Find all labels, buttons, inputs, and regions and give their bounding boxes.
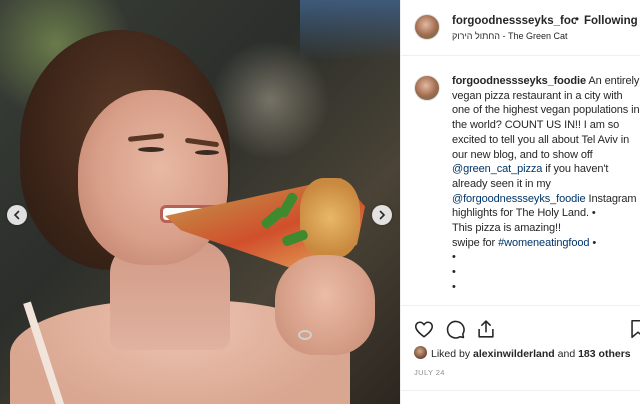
photo-subject-eye xyxy=(195,150,219,155)
bookmark-icon xyxy=(631,319,640,339)
post-actions xyxy=(401,305,640,345)
likes-count-link[interactable]: 183 others xyxy=(578,348,631,360)
post-date[interactable]: JULY 24 xyxy=(414,368,445,377)
pizza-crust xyxy=(300,178,360,258)
likes-summary: Liked by alexinwilderland and 183 others xyxy=(414,346,640,362)
next-photo-button[interactable] xyxy=(372,205,392,225)
post-side-panel: forgoodnessseyks_fooc • Following החתול … xyxy=(400,0,640,404)
photo-subject-face xyxy=(78,90,228,265)
follow-separator: • xyxy=(575,14,580,26)
caption-dot: • xyxy=(452,266,456,279)
previous-photo-button[interactable] xyxy=(7,205,27,225)
photo-background xyxy=(300,0,400,60)
share-icon xyxy=(478,320,494,338)
caption-text: forgoodnessseyks_foodie An entirely vega… xyxy=(452,74,640,300)
like-button[interactable] xyxy=(413,318,435,340)
hashtag-link[interactable]: #womeneatingfood xyxy=(498,237,589,249)
avatar[interactable] xyxy=(414,346,427,359)
chevron-right-icon xyxy=(379,210,386,220)
likes-middle: and xyxy=(554,348,579,360)
avatar[interactable] xyxy=(414,75,440,101)
caption-body: swipe for xyxy=(452,236,499,249)
post-photo[interactable] xyxy=(0,0,400,404)
mention-link[interactable]: @green_cat_pizza xyxy=(452,163,542,175)
chevron-left-icon xyxy=(13,210,20,220)
comment-bar xyxy=(401,390,640,404)
caption-dot: • xyxy=(452,295,640,300)
post-author-username[interactable]: forgoodnessseyks_fooc xyxy=(452,15,576,27)
share-button[interactable] xyxy=(475,318,497,340)
avatar[interactable] xyxy=(414,14,440,40)
caption-username[interactable]: forgoodnessseyks_foodie xyxy=(452,75,586,87)
caption-dot: • xyxy=(452,251,456,264)
mention-link[interactable]: @forgoodnessseyks_foodie xyxy=(452,193,586,205)
likes-prefix: Liked by xyxy=(431,348,474,360)
liker-username[interactable]: alexinwilderland xyxy=(473,348,555,360)
comment-button[interactable] xyxy=(444,318,466,340)
caption-line: This pizza is amazing!! xyxy=(452,222,561,235)
caption-line: swipe for #womeneatingfood • xyxy=(452,236,640,251)
photo-subject-hand xyxy=(275,255,375,355)
caption-dot: • xyxy=(452,280,456,293)
photo-subject-ring xyxy=(298,330,312,340)
save-button[interactable] xyxy=(627,318,640,340)
photo-subject-eye xyxy=(138,147,164,152)
caption-body: An entirely vegan pizza restaurant in a … xyxy=(452,75,640,161)
following-button[interactable]: Following xyxy=(584,15,638,27)
comment-icon xyxy=(446,320,465,339)
post-caption: forgoodnessseyks_foodie An entirely vega… xyxy=(401,57,640,300)
post-location[interactable]: החתול הירוק - The Green Cat xyxy=(452,31,567,41)
heart-icon xyxy=(414,321,434,338)
caption-body: • xyxy=(589,236,597,249)
post-header: forgoodnessseyks_fooc • Following החתול … xyxy=(401,0,640,56)
